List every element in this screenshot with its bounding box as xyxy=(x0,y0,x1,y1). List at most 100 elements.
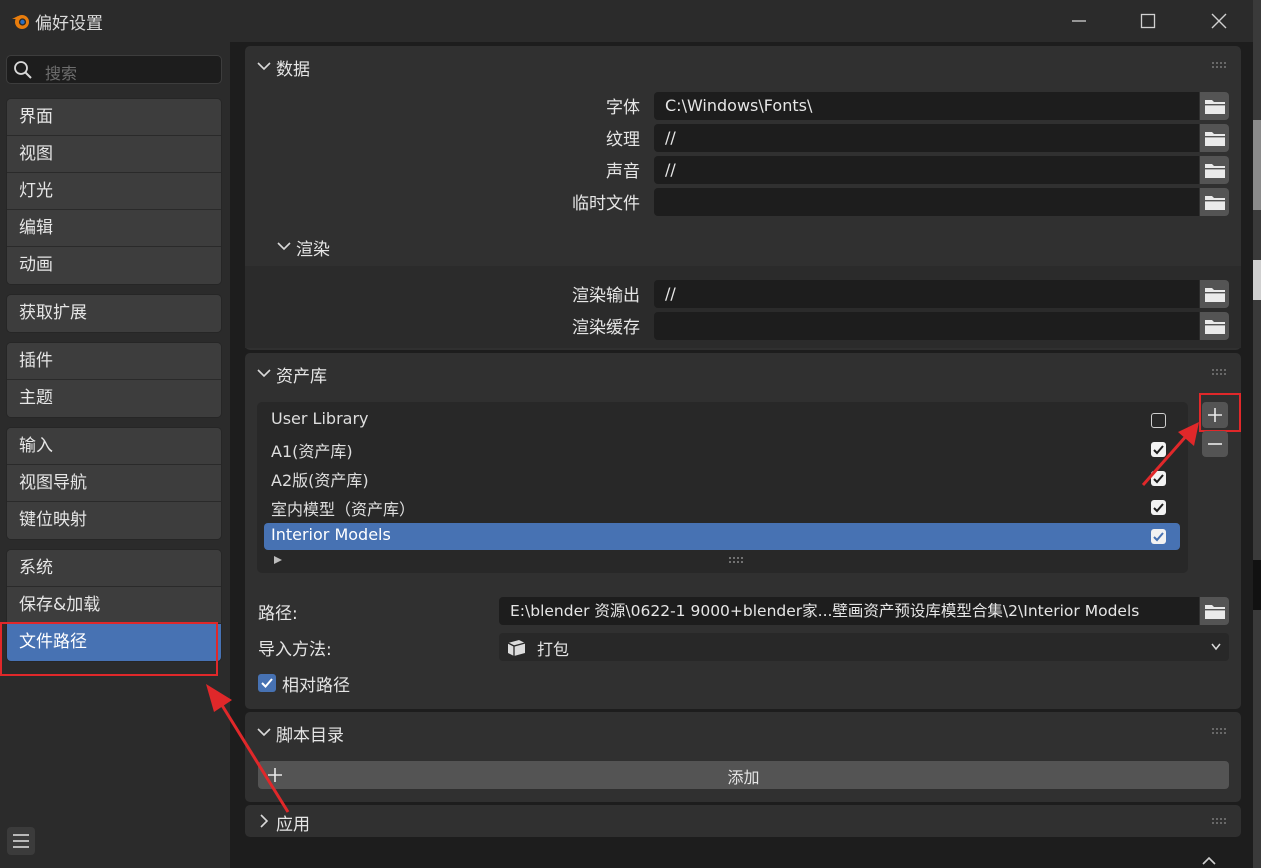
sidebar-item-system[interactable]: 系统 xyxy=(7,550,221,587)
library-path-browse-button[interactable] xyxy=(1200,597,1229,625)
drag-grip-icon[interactable] xyxy=(1211,817,1227,825)
fonts-path-field[interactable]: C:\Windows\Fonts\ xyxy=(654,92,1199,120)
close-button[interactable] xyxy=(1199,6,1239,36)
menu-button[interactable] xyxy=(7,827,35,855)
import-method-value: 打包 xyxy=(537,640,570,659)
apply-panel-header[interactable]: 应用 xyxy=(245,805,1241,837)
textures-path-field[interactable]: // xyxy=(654,124,1199,152)
add-script-directory-button[interactable]: 添加 xyxy=(258,761,1229,789)
chevron-down-icon xyxy=(277,242,291,251)
sidebar-item-editing[interactable]: 编辑 xyxy=(7,210,221,247)
minimize-button[interactable] xyxy=(1059,6,1099,36)
render-cache-browse-button[interactable] xyxy=(1200,312,1229,340)
window-title: 偏好设置 xyxy=(35,14,103,34)
search-placeholder: 搜索 xyxy=(45,64,78,83)
render-output-browse-button[interactable] xyxy=(1200,280,1229,308)
library-enabled-checkbox[interactable] xyxy=(1151,500,1166,515)
library-name: A1(资产库) xyxy=(271,442,353,461)
chevron-down-icon xyxy=(257,62,271,71)
relative-path-checkbox[interactable] xyxy=(258,674,276,692)
import-method-label: 导入方法: xyxy=(258,640,332,660)
sidebar-item-keymap[interactable]: 键位映射 xyxy=(7,502,221,539)
sidebar-group-2: 获取扩展 xyxy=(6,294,222,333)
asset-panel-header[interactable]: 资产库 xyxy=(245,353,1241,393)
checkmark-icon xyxy=(1153,532,1164,542)
library-name: User Library xyxy=(271,409,369,428)
library-enabled-checkbox[interactable] xyxy=(1151,471,1166,486)
library-enabled-checkbox[interactable] xyxy=(1151,413,1166,428)
main-area: 数据 字体 C:\Windows\Fonts\ 纹理 // 声音 // 临时文件… xyxy=(230,42,1253,868)
drag-grip-icon[interactable] xyxy=(1211,727,1227,735)
temp-files-browse-button[interactable] xyxy=(1200,188,1229,216)
folder-icon xyxy=(1204,288,1225,302)
script-directories-panel: 脚本目录 添加 xyxy=(245,712,1241,802)
search-icon xyxy=(14,61,32,79)
title-bar: 偏好设置 xyxy=(0,0,1253,42)
sidebar-item-interface[interactable]: 界面 xyxy=(7,99,221,136)
sidebar-item-addons[interactable]: 插件 xyxy=(7,343,221,380)
checkmark-icon xyxy=(1153,503,1164,513)
sidebar-item-animation[interactable]: 动画 xyxy=(7,247,221,284)
add-script-label: 添加 xyxy=(727,768,760,787)
temp-files-path-field[interactable] xyxy=(654,188,1199,216)
path-label: 路径: xyxy=(258,604,298,624)
sidebar: 搜索 界面 视图 灯光 编辑 动画 获取扩展 插件 主题 输入 视图导航 键位映… xyxy=(0,42,230,868)
relative-path-label: 相对路径 xyxy=(282,676,350,696)
checkmark-icon xyxy=(1153,445,1164,455)
sidebar-item-lights[interactable]: 灯光 xyxy=(7,173,221,210)
import-method-dropdown[interactable]: 打包 xyxy=(499,633,1229,661)
render-cache-label: 渲染缓存 xyxy=(572,318,640,338)
chevron-down-icon xyxy=(257,369,271,378)
asset-panel-title: 资产库 xyxy=(276,367,327,387)
list-item[interactable]: A2版(资产库) xyxy=(264,465,1180,492)
folder-icon xyxy=(1204,164,1225,178)
folder-icon xyxy=(1204,100,1225,114)
drag-grip-icon[interactable] xyxy=(1211,61,1227,69)
sounds-browse-button[interactable] xyxy=(1200,156,1229,184)
sidebar-item-navigation[interactable]: 视图导航 xyxy=(7,465,221,502)
minus-icon xyxy=(1208,443,1222,445)
library-enabled-checkbox[interactable] xyxy=(1151,442,1166,457)
checkmark-icon xyxy=(261,678,273,688)
sidebar-item-get-extensions[interactable]: 获取扩展 xyxy=(7,295,221,332)
list-item[interactable]: 室内模型（资产库） xyxy=(264,494,1180,521)
asset-libraries-panel: 资产库 User Library A1(资产库) A2版(资产库) 室内模型（资… xyxy=(245,353,1241,709)
render-output-label: 渲染输出 xyxy=(572,286,640,306)
expand-triangle-icon[interactable] xyxy=(273,555,283,565)
apply-panel-title: 应用 xyxy=(276,815,310,835)
maximize-button[interactable] xyxy=(1128,6,1168,36)
textures-label: 纹理 xyxy=(606,130,640,150)
render-cache-path-field[interactable] xyxy=(654,312,1199,340)
fonts-browse-button[interactable] xyxy=(1200,92,1229,120)
script-panel-header[interactable]: 脚本目录 xyxy=(245,712,1241,752)
remove-library-button[interactable] xyxy=(1202,431,1228,457)
sidebar-item-save-load[interactable]: 保存&加载 xyxy=(7,587,221,624)
minimize-icon xyxy=(1072,20,1086,22)
script-panel-title: 脚本目录 xyxy=(276,726,344,746)
search-input[interactable]: 搜索 xyxy=(6,55,222,84)
sidebar-item-viewport[interactable]: 视图 xyxy=(7,136,221,173)
data-panel-title: 数据 xyxy=(276,60,310,80)
blender-logo-icon xyxy=(12,15,29,29)
list-item[interactable]: User Library xyxy=(264,407,1180,434)
apply-panel: 应用 xyxy=(245,805,1241,837)
library-path-field[interactable]: E:\blender 资源\0622-1 9000+blender家...壁画资… xyxy=(499,597,1199,625)
library-enabled-checkbox[interactable] xyxy=(1151,529,1166,544)
sidebar-item-input[interactable]: 输入 xyxy=(7,428,221,465)
render-output-path-field[interactable]: // xyxy=(654,280,1199,308)
pack-icon xyxy=(507,640,526,656)
drag-grip-icon[interactable] xyxy=(1211,368,1227,376)
textures-browse-button[interactable] xyxy=(1200,124,1229,152)
scroll-up-icon[interactable] xyxy=(1201,856,1217,866)
chevron-down-icon xyxy=(257,728,271,737)
resize-grip-icon[interactable] xyxy=(728,556,744,564)
folder-icon xyxy=(1204,320,1225,334)
fonts-label: 字体 xyxy=(606,98,640,118)
data-panel-header[interactable]: 数据 xyxy=(245,46,1241,86)
sidebar-item-themes[interactable]: 主题 xyxy=(7,380,221,417)
sounds-path-field[interactable]: // xyxy=(654,156,1199,184)
list-item-selected[interactable]: Interior Models xyxy=(264,523,1180,550)
list-item[interactable]: A1(资产库) xyxy=(264,436,1180,463)
render-subpanel-header[interactable]: 渲染 xyxy=(265,226,1241,266)
sounds-label: 声音 xyxy=(606,162,640,182)
